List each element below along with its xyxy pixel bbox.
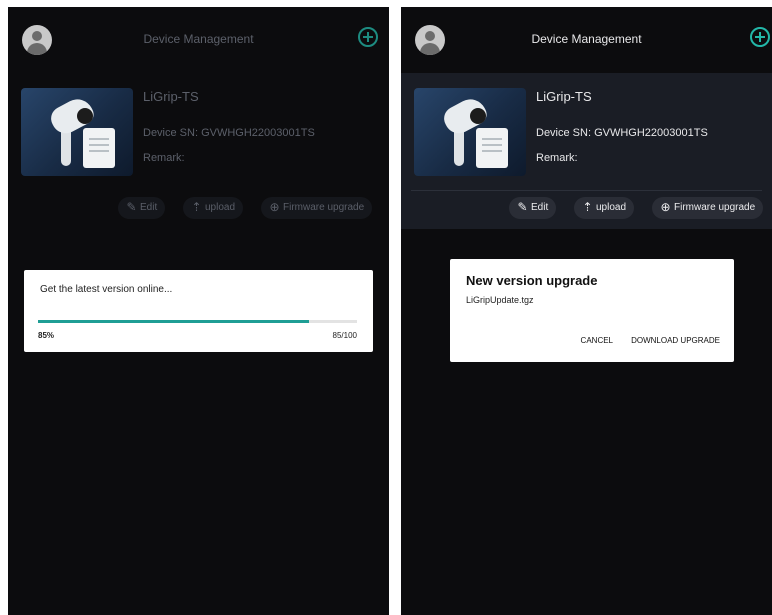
progress-percent: 85% [38,331,55,340]
firmware-upgrade-label: Firmware upgrade [674,202,756,213]
device-card[interactable]: LiGrip-TS Device SN: GVWHGH22003001TS Re… [401,73,772,229]
cancel-button[interactable]: CANCEL [581,336,613,345]
firmware-upgrade-button[interactable]: ⊕ Firmware upgrade [261,197,373,219]
device-actions: ✎ Edit ⇡ upload ⊕ Firmware upgrade [8,197,389,221]
upload-label: upload [205,202,236,213]
app-header: Device Management [8,7,389,73]
update-file-name: LiGripUpdate.tgz [466,295,534,305]
right-screen: Device Management LiGrip-TS Device SN: G… [401,7,772,615]
device-sn: Device SN: GVWHGH22003001TS [536,127,708,139]
device-name: LiGrip-TS [143,89,199,104]
firmware-upgrade-button[interactable]: ⊕ Firmware upgrade [652,197,764,219]
app-header: Device Management [401,7,772,73]
device-remark: Remark: [143,152,185,164]
edit-icon: ✎ [517,200,528,214]
progress-dialog: Get the latest version online... 85% 85/… [24,270,373,352]
edit-label: Edit [140,202,158,213]
left-screen: Device Management LiGrip-TS Device SN: G… [8,7,389,615]
device-image [414,88,526,176]
upload-button[interactable]: ⇡ upload [574,197,635,219]
upload-button[interactable]: ⇡ upload [183,197,244,219]
page-title: Device Management [531,32,642,46]
divider [411,190,762,191]
progress-bar [38,320,357,323]
download-upgrade-button[interactable]: DOWNLOAD UPGRADE [631,336,720,345]
edit-button[interactable]: ✎ Edit [509,197,557,219]
edit-button[interactable]: ✎ Edit [118,197,166,219]
device-remark: Remark: [536,152,578,164]
firmware-upgrade-icon: ⊕ [269,200,280,214]
upload-icon: ⇡ [582,200,593,214]
edit-label: Edit [531,202,549,213]
progress-message: Get the latest version online... [40,284,173,295]
dialog-title: New version upgrade [466,273,598,288]
progress-fill [38,320,310,323]
add-device-icon[interactable] [750,27,770,47]
upload-icon: ⇡ [191,200,202,214]
edit-icon: ✎ [126,200,137,214]
device-image [21,88,133,176]
upload-label: upload [596,202,627,213]
upgrade-dialog: New version upgrade LiGripUpdate.tgz CAN… [450,259,734,362]
firmware-upgrade-label: Firmware upgrade [283,202,365,213]
device-actions: ✎ Edit ⇡ upload ⊕ Firmware upgrade [401,197,772,221]
device-sn: Device SN: GVWHGH22003001TS [143,127,315,139]
device-card[interactable]: LiGrip-TS Device SN: GVWHGH22003001TS Re… [8,73,389,229]
page-title: Device Management [143,32,254,46]
device-name: LiGrip-TS [536,89,592,104]
progress-count: 85/100 [332,331,357,340]
add-device-icon[interactable] [358,27,378,47]
firmware-upgrade-icon: ⊕ [660,200,671,214]
